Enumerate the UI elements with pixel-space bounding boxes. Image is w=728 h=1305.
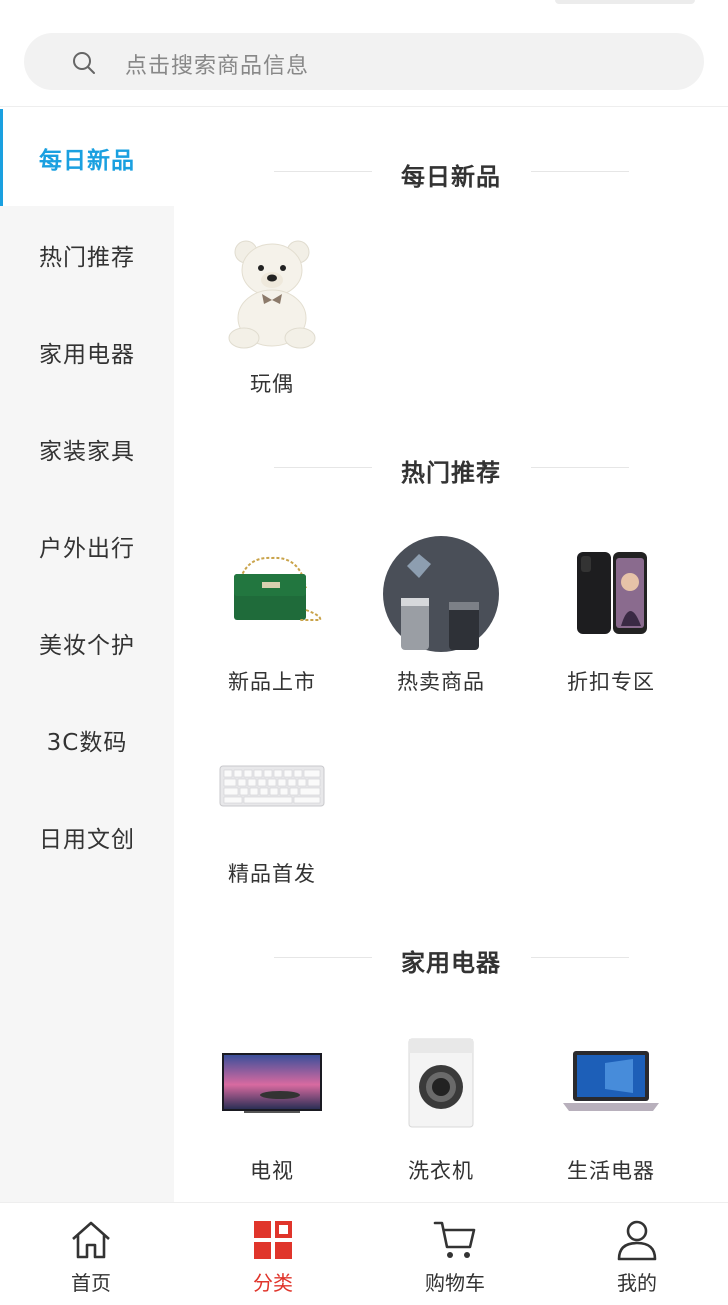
search-bar[interactable]: 点击搜索商品信息 [24, 33, 704, 90]
sidebar-item-daily-creative[interactable]: 日用文创 [0, 788, 174, 885]
washing-machine-image [408, 1038, 474, 1128]
product-label: 精品首发 [228, 862, 316, 886]
sidebar-item-3c[interactable]: 3C数码 [0, 691, 174, 788]
product-item-hot-sale[interactable]: 热卖商品 [343, 536, 513, 706]
tab-label: 分类 [253, 1271, 293, 1295]
smartphone-image [577, 552, 647, 634]
category-icon [254, 1221, 292, 1259]
tab-profile[interactable]: 我的 [546, 1203, 728, 1305]
product-item-tv[interactable]: 电视 [174, 1025, 344, 1195]
section-title-text: 热门推荐 [401, 459, 501, 487]
handbag-image [234, 556, 322, 621]
user-icon [617, 1220, 657, 1261]
product-label: 折扣专区 [567, 670, 655, 694]
teddy-bear-image [228, 240, 316, 349]
product-label: 热卖商品 [397, 670, 485, 694]
sidebar-item-furniture[interactable]: 家装家具 [0, 400, 174, 497]
thermos-image [383, 536, 499, 652]
home-icon [72, 1221, 110, 1259]
section-title: 热门推荐 [174, 447, 728, 487]
tab-label: 我的 [617, 1271, 657, 1295]
section-title: 家用电器 [174, 937, 728, 977]
tab-cart[interactable]: 购物车 [364, 1203, 546, 1305]
television-image [222, 1053, 322, 1113]
product-item-premium[interactable]: 精品首发 [174, 728, 344, 898]
product-item-new-arrivals[interactable]: 新品上市 [174, 536, 344, 706]
sidebar-item-outdoor[interactable]: 户外出行 [0, 497, 174, 594]
tab-label: 首页 [71, 1271, 111, 1295]
section-title: 每日新品 [174, 151, 728, 191]
search-placeholder: 点击搜索商品信息 [125, 54, 310, 79]
product-item-doll[interactable]: 玩偶 [174, 238, 344, 408]
product-item-discount[interactable]: 折扣专区 [513, 536, 683, 706]
bottom-tab-bar: 首页 分类 购物车 我的 [0, 1202, 728, 1305]
tab-label: 购物车 [425, 1271, 485, 1295]
sidebar-item-beauty[interactable]: 美妆个护 [0, 594, 174, 691]
tab-category[interactable]: 分类 [182, 1203, 364, 1305]
category-sidebar: 每日新品 热门推荐 家用电器 家装家具 户外出行 美妆个护 3C数码 日用文创 [0, 109, 174, 1203]
product-item-life-appliances[interactable]: 生活电器 [513, 1025, 683, 1195]
header-divider [0, 106, 728, 107]
search-icon [73, 52, 95, 74]
product-label: 玩偶 [250, 372, 294, 396]
product-label: 生活电器 [567, 1159, 655, 1183]
sidebar-item-appliances[interactable]: 家用电器 [0, 303, 174, 400]
product-label: 洗衣机 [408, 1159, 474, 1183]
status-bar-edge [555, 0, 695, 4]
product-label: 新品上市 [228, 670, 316, 694]
tab-home[interactable]: 首页 [0, 1203, 182, 1305]
section-title-text: 每日新品 [401, 163, 501, 191]
sidebar-item-daily-new[interactable]: 每日新品 [0, 109, 174, 206]
cart-icon [433, 1221, 476, 1258]
product-item-washing-machine[interactable]: 洗衣机 [343, 1025, 513, 1195]
laptop-image [563, 1051, 659, 1111]
keyboard-image [219, 765, 325, 807]
section-title-text: 家用电器 [401, 949, 501, 977]
sidebar-item-hot[interactable]: 热门推荐 [0, 206, 174, 303]
product-label: 电视 [250, 1159, 294, 1183]
